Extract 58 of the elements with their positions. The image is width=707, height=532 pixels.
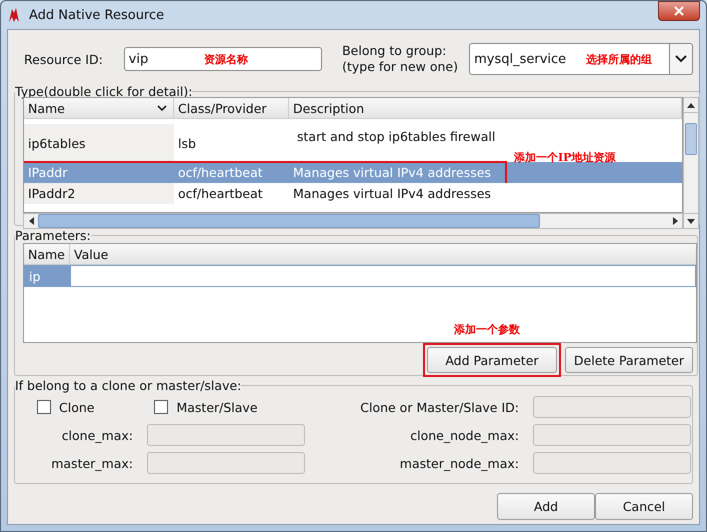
section-label: If belong to a clone or master/slave: (15, 378, 242, 393)
table-cell-text: ocf/heartbeat (177, 186, 264, 201)
field-label: Belong to group: (342, 43, 448, 59)
table-cell-text: lsb (177, 136, 197, 150)
table-cell-text: start and stop ip6tables firewall (296, 128, 496, 144)
annotation: 选择所属的组 (586, 52, 652, 67)
scroll-thumb[interactable] (38, 214, 540, 228)
field-label: master_max: (51, 456, 134, 470)
horizontal-scrollbar[interactable] (23, 213, 683, 229)
dropdown-button[interactable] (670, 43, 693, 75)
field-label: (type for new one) (342, 59, 459, 75)
checkbox[interactable] (37, 400, 51, 414)
section-label: Parameters: (15, 228, 91, 243)
parameter-button[interactable]: Add Parameter (426, 347, 557, 373)
table-cell-text: ocf/heartbeat (177, 165, 264, 180)
close-button[interactable] (658, 1, 700, 21)
table-cell-text: Manages virtual IPv4 addresses (292, 186, 492, 201)
close-icon (674, 6, 684, 16)
checkbox[interactable] (154, 400, 168, 414)
app-icon (7, 7, 21, 23)
up-arrow-icon (687, 102, 695, 108)
annotation: 添加一个参数 (454, 322, 520, 337)
table-cell-text: IPaddr2 (27, 186, 76, 201)
down-arrow-icon (687, 218, 695, 224)
input-field[interactable] (533, 396, 691, 418)
dialog-button[interactable]: Add (497, 493, 595, 520)
input-field[interactable] (147, 424, 305, 446)
sort-icon (157, 104, 167, 112)
input-field[interactable] (533, 424, 691, 446)
parameter-button[interactable]: Delete Parameter (564, 347, 693, 373)
right-arrow-icon (672, 217, 678, 225)
field-label: Resource ID: (24, 52, 104, 66)
checkbox-label: Clone (59, 400, 94, 414)
checkbox-label: Master/Slave (176, 400, 258, 414)
vertical-scrollbar[interactable] (683, 97, 699, 229)
input-field[interactable] (533, 452, 691, 474)
column-header[interactable]: Name (24, 244, 70, 264)
field-label: master_node_max: (400, 456, 520, 470)
table-cell: ip (25, 266, 71, 286)
field-label: clone_max: (62, 428, 134, 442)
column-header[interactable]: Description (289, 98, 682, 118)
input-field[interactable] (147, 452, 305, 474)
table-cell-text: IPaddr (27, 165, 68, 180)
annotation: 资源名称 (204, 52, 248, 67)
column-header[interactable]: Value (70, 246, 696, 262)
table-cell-text: ip6tables (27, 136, 87, 150)
column-header[interactable]: Name (24, 98, 174, 118)
field-label: clone_node_max: (410, 428, 520, 442)
caret-icon (674, 55, 687, 63)
field-label: Clone or Master/Slave ID: (360, 400, 520, 414)
window-title: Add Native Resource (29, 8, 164, 22)
section-label: Type(double click for detail): (15, 84, 192, 99)
scroll-thumb[interactable] (685, 123, 697, 155)
dialog-button[interactable]: Cancel (595, 493, 693, 520)
table-cell-text: Manages virtual IPv4 addresses (292, 165, 492, 180)
column-header[interactable]: Class/Provider (174, 98, 289, 118)
annotation: 添加一个IP地址资源 (514, 150, 616, 165)
left-arrow-icon (28, 217, 34, 225)
